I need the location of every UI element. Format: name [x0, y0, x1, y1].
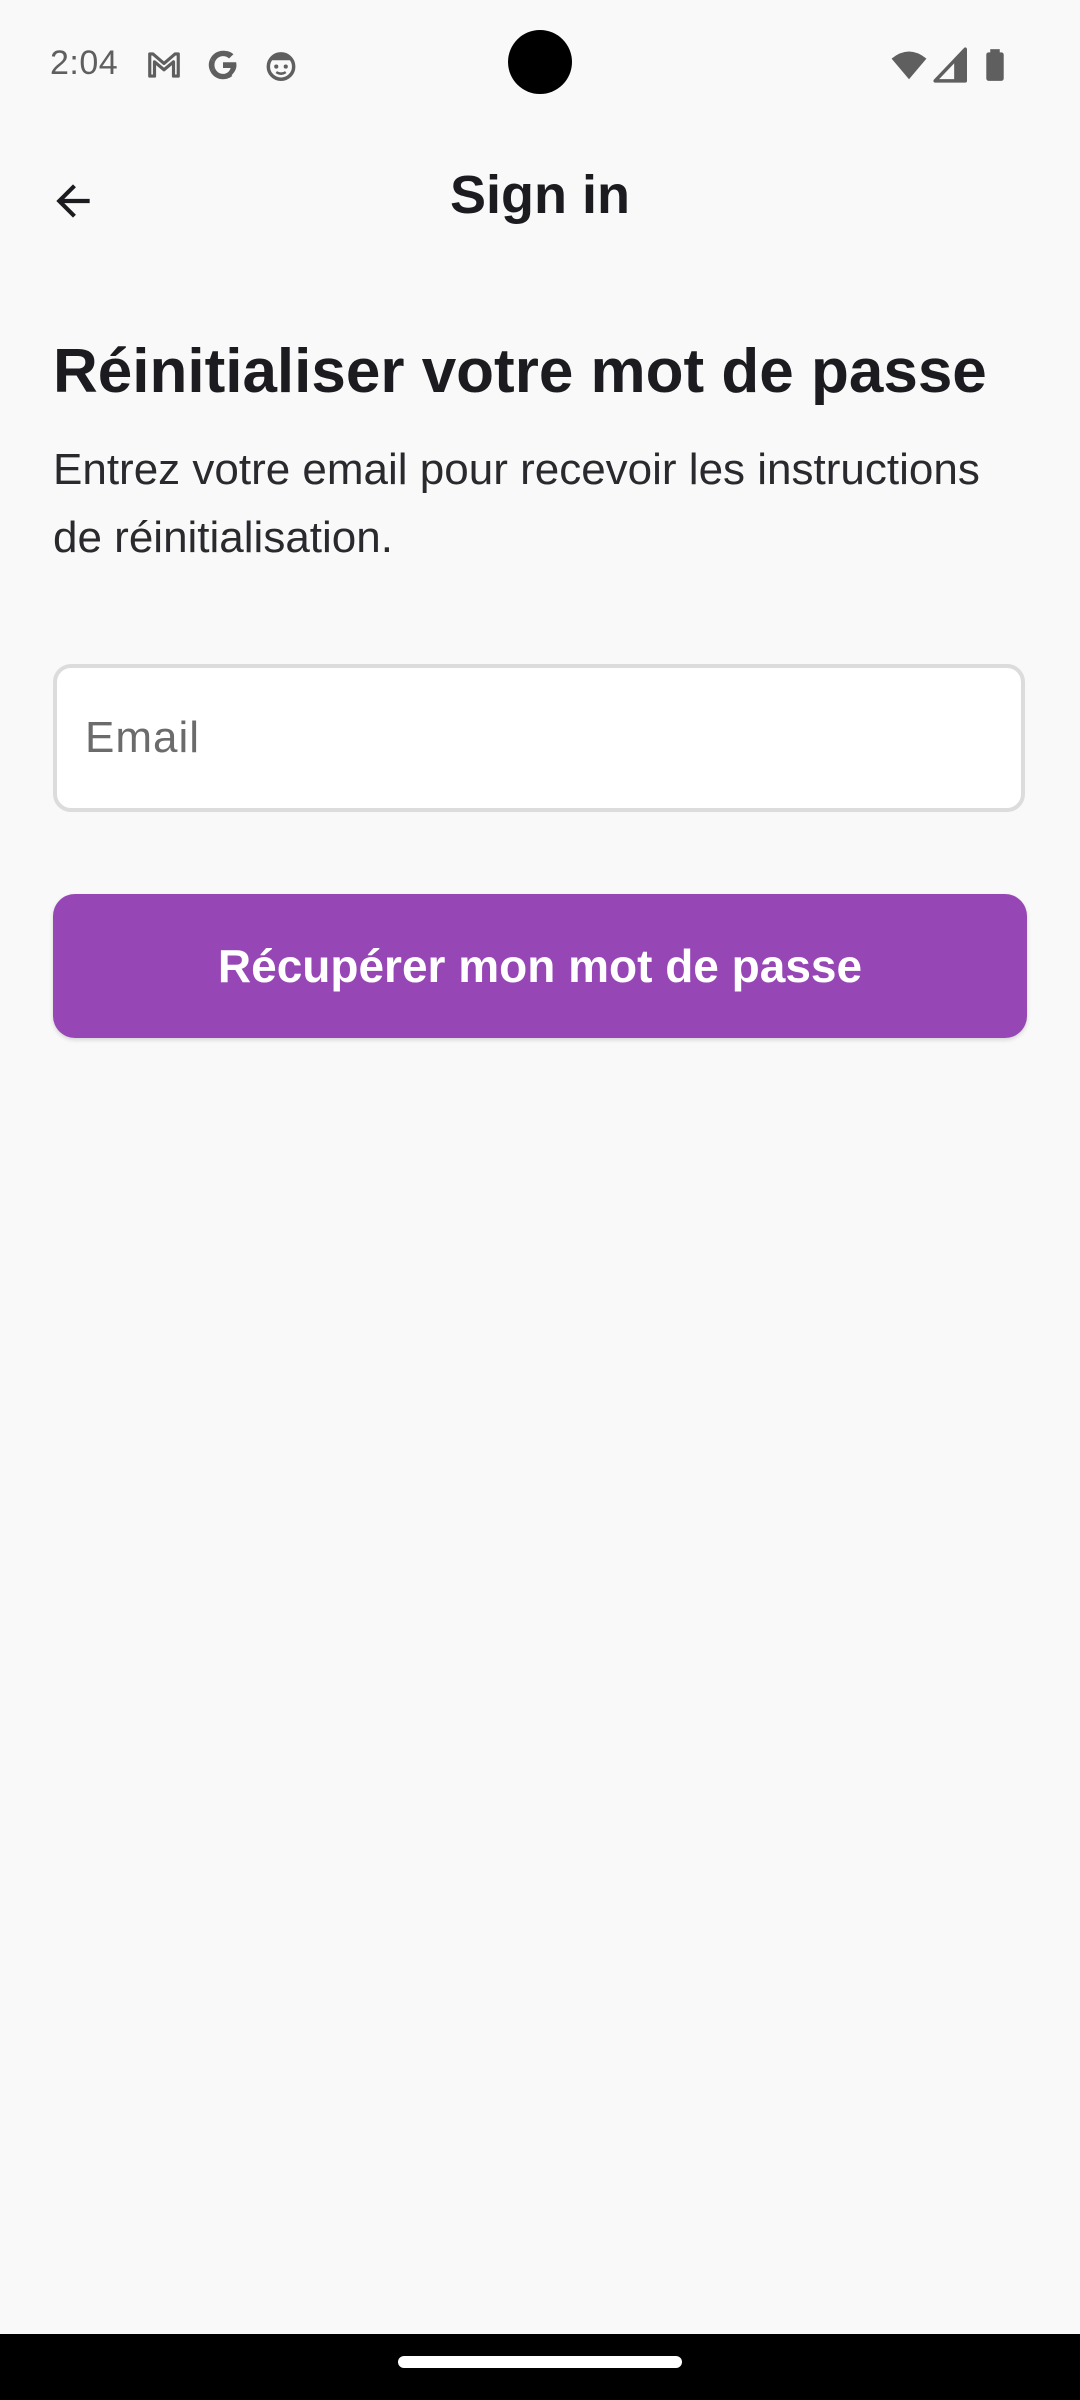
- cellular-signal-icon: [932, 46, 970, 84]
- wifi-icon: [890, 46, 928, 84]
- google-icon: [204, 46, 242, 84]
- navigation-bar: [0, 2334, 1080, 2400]
- home-indicator[interactable]: [398, 2356, 682, 2368]
- face-icon: [262, 46, 300, 84]
- description: Entrez votre email pour recevoir les ins…: [53, 445, 980, 562]
- screen: 2:04 Sign in Réinitialiser votre mot de …: [0, 0, 1080, 2400]
- battery-icon: [976, 46, 1014, 84]
- status-bar: 2:04: [0, 0, 1080, 130]
- content: Réinitialiser votre mot de passe Entrez …: [53, 330, 1028, 572]
- status-time: 2:04: [50, 44, 119, 82]
- page-title: Sign in: [450, 165, 630, 225]
- app-bar: Sign in: [0, 130, 1080, 270]
- email-field[interactable]: [53, 664, 1025, 812]
- gmail-icon: [145, 46, 183, 84]
- heading: Réinitialiser votre mot de passe: [53, 337, 987, 406]
- camera-cutout: [508, 30, 572, 94]
- recover-password-button[interactable]: Récupérer mon mot de passe: [53, 894, 1027, 1038]
